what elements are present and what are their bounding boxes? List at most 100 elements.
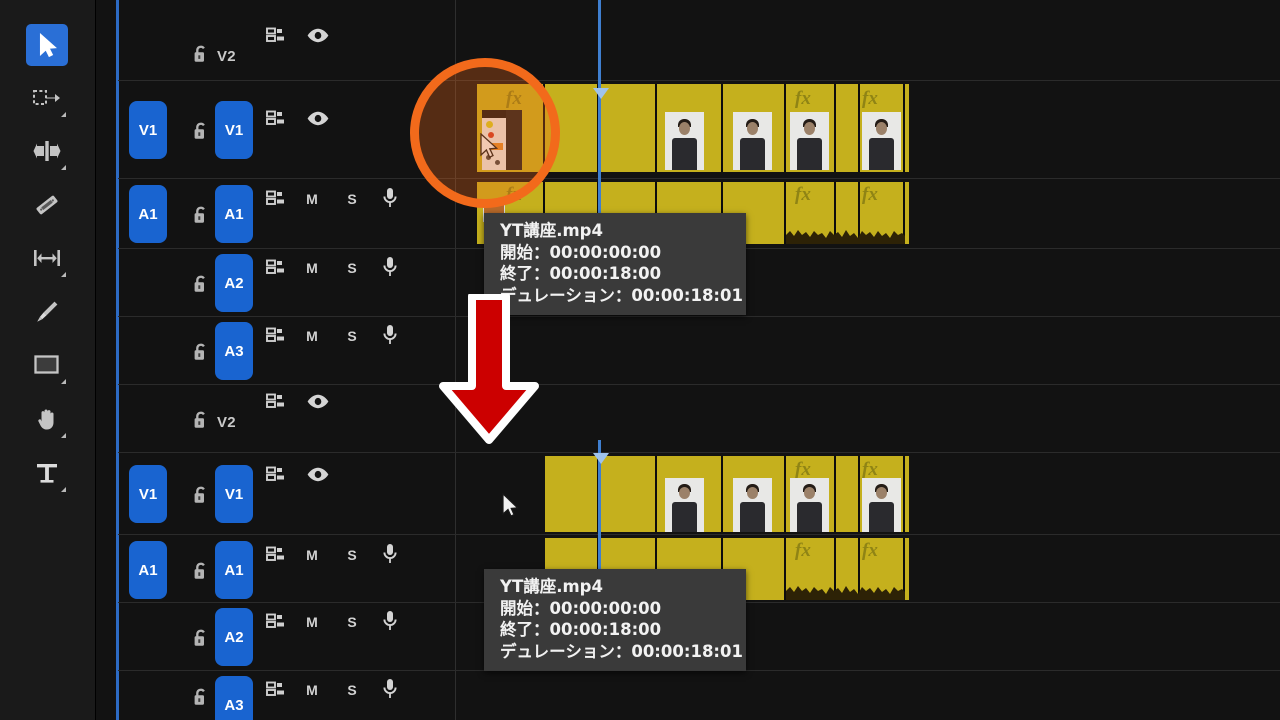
track-label-a3-top[interactable]: A3 [215,322,253,380]
eye-visibility-icon-v2-top[interactable] [306,28,330,43]
tooltip-end-value: 00:00:18:00 [549,620,662,639]
source-patch-v1-bottom[interactable]: V1 [129,465,167,523]
tooltip-start-value: 00:00:00:00 [549,242,662,262]
tooltip-end-row: 終了：00:00:18:00 [500,619,734,641]
track-row-v2-bottom: V2 [118,384,1280,452]
clip-thumbnail [665,478,704,532]
track-header-v1-top: V1 V1 [118,81,455,178]
track-label-v1-bottom[interactable]: V1 [215,465,253,523]
lock-toggle-a3-bottom[interactable] [190,685,212,709]
microphone-icon-a2-top[interactable] [382,256,398,278]
highlight-circle [410,58,560,208]
slip-tool[interactable] [26,237,68,279]
microphone-icon-a2-bottom[interactable] [382,610,398,632]
microphone-icon-a1-bottom[interactable] [382,543,398,565]
track-header-a2-top: A2 M S [118,249,455,316]
eye-visibility-icon-v1-bottom[interactable] [306,467,330,482]
track-label-v1-top[interactable]: V1 [215,101,253,159]
sync-lock-icon-v1-top[interactable] [266,109,286,127]
solo-button-a1-bottom[interactable]: S [344,547,360,563]
mute-button-a2-top[interactable]: M [304,260,320,276]
rectangle-tool[interactable] [26,344,68,386]
sync-lock-icon-a3-top[interactable] [266,326,286,344]
lock-toggle-a1-top[interactable] [190,203,212,227]
solo-button-a2-top[interactable]: S [344,260,360,276]
selection-tool[interactable] [26,24,68,66]
microphone-icon-a1-top[interactable] [382,187,398,209]
lock-toggle-a3-top[interactable] [190,340,212,364]
tooltip-end-label: 終了 [500,620,533,639]
tooltip-duration-value: 00:00:18:01 [631,285,743,305]
lock-toggle-a2-bottom[interactable] [190,626,212,650]
track-row-v1-bottom: V1 V1 fx fx [118,452,1280,534]
clip-thumbnail [862,478,901,532]
tools-panel [0,0,96,720]
tooltip-sep: ： [533,264,550,283]
red-down-arrow [439,294,539,444]
tooltip-start-row: 開始：00:00:00:00 [500,598,734,620]
mute-button-a2-bottom[interactable]: M [304,614,320,630]
track-header-a2-bottom: A2 M S [118,603,455,670]
track-label-a3-bottom[interactable]: A3 [215,676,253,720]
sync-lock-icon-v1-bottom[interactable] [266,465,286,483]
mute-button-a3-top[interactable]: M [304,328,320,344]
track-label-a2-top[interactable]: A2 [215,254,253,312]
lock-toggle-v2-bottom[interactable] [190,408,212,432]
lock-toggle-a1-bottom[interactable] [190,559,212,583]
mute-button-a3-bottom[interactable]: M [304,682,320,698]
eye-visibility-icon-v1-top[interactable] [306,111,330,126]
solo-button-a3-top[interactable]: S [344,328,360,344]
tool-submenu-indicator [61,433,66,438]
hand-tool[interactable] [26,398,68,440]
source-patch-a1-top[interactable]: A1 [129,185,167,243]
source-patch-v1-top[interactable]: V1 [129,101,167,159]
mute-button-a1-top[interactable]: M [304,191,320,207]
lock-toggle-v1-bottom[interactable] [190,483,212,507]
tooltip-duration-label: デュレーション [500,641,615,661]
sync-lock-icon-v2-top[interactable] [266,26,286,44]
playhead-handle-top[interactable] [593,88,609,99]
solo-button-a3-bottom[interactable]: S [344,682,360,698]
track-select-tool[interactable] [26,77,68,119]
sync-lock-icon-a3-bottom[interactable] [266,680,286,698]
eye-visibility-icon-v2-bottom[interactable] [306,394,330,409]
track-label-a2-bottom[interactable]: A2 [215,608,253,666]
lock-toggle-v1-top[interactable] [190,119,212,143]
sync-lock-icon-a1-bottom[interactable] [266,545,286,563]
clip-thumbnail [665,112,704,170]
clip-thumbnail [790,478,829,532]
type-tool[interactable] [26,452,68,494]
clip-area-a3-bottom[interactable] [477,671,1280,720]
sync-lock-icon-a2-bottom[interactable] [266,612,286,630]
solo-button-a1-top[interactable]: S [344,191,360,207]
microphone-icon-a3-top[interactable] [382,324,398,346]
solo-button-a2-bottom[interactable]: S [344,614,360,630]
microphone-icon-a3-bottom[interactable] [382,678,398,700]
tooltip-duration-value: 00:00:18:01 [631,641,743,661]
tool-submenu-indicator [61,165,66,170]
tooltip-sep: ： [533,242,550,262]
tooltip-end-value: 00:00:18:00 [549,264,662,283]
playhead-handle-bottom[interactable] [593,453,609,464]
sync-lock-icon-v2-bottom[interactable] [266,392,286,410]
tool-submenu-indicator [61,379,66,384]
razor-tool[interactable] [26,184,68,226]
clip-thumbnail [733,112,772,170]
pen-tool[interactable] [26,291,68,333]
mute-button-a1-bottom[interactable]: M [304,547,320,563]
source-patch-a1-bottom[interactable]: A1 [129,541,167,599]
sync-lock-icon-a1-top[interactable] [266,189,286,207]
track-label-a1-top[interactable]: A1 [215,185,253,243]
tooltip-duration-row: デュレーション：00:00:18:01 [500,641,743,663]
sync-lock-icon-a2-top[interactable] [266,258,286,276]
clip-thumbnail [790,112,829,170]
track-label-a1-bottom[interactable]: A1 [215,541,253,599]
track-row-a3-top: A3 M S [118,316,1280,384]
clip-area-a3-top[interactable] [477,317,1280,384]
track-row-a3-bottom: A3 M S [118,670,1280,720]
lock-toggle-v2-top[interactable] [190,42,212,66]
track-header-a1-bottom: A1 A1 M S [118,535,455,602]
ripple-edit-tool[interactable] [26,130,68,172]
lock-toggle-a2-top[interactable] [190,272,212,296]
tool-submenu-indicator [61,487,66,492]
